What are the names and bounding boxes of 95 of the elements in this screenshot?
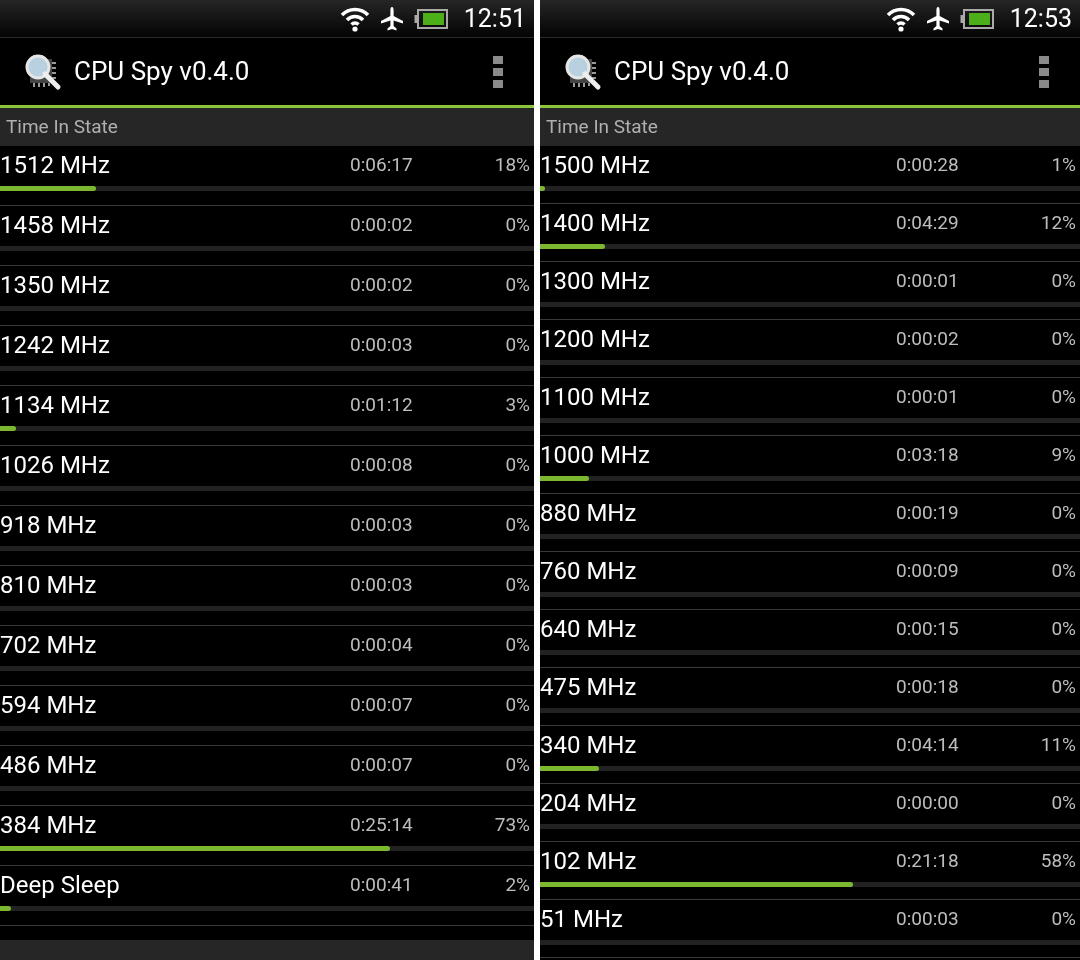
frequency-label: 204 MHz (540, 788, 638, 819)
time-value: 0:04:14 (896, 731, 960, 758)
time-value: 0:00:08 (350, 451, 414, 478)
wifi-icon (885, 5, 916, 32)
percent-value: 11% (1039, 731, 1076, 758)
percent-value: 3% (504, 391, 530, 418)
frequency-label: 810 MHz (0, 570, 98, 601)
time-value: 0:00:07 (350, 751, 414, 778)
time-value: 0:00:19 (896, 499, 960, 526)
frequency-label: 1458 MHz (0, 210, 111, 241)
frequency-label: 1026 MHz (0, 450, 111, 481)
percent-value: 0% (504, 571, 530, 598)
frequency-label: 384 MHz (0, 810, 98, 841)
status-time: 12:51 (463, 2, 526, 35)
percent-value: 0% (1050, 673, 1076, 700)
frequency-label: 1100 MHz (540, 382, 651, 413)
frequency-label: 702 MHz (0, 630, 98, 661)
percent-value: 0% (1050, 325, 1076, 352)
percent-value: 0% (504, 691, 530, 718)
frequency-label: 1400 MHz (540, 208, 651, 239)
percent-value: 0% (504, 271, 530, 298)
time-value: 0:00:00 (896, 789, 960, 816)
time-value: 0:00:41 (350, 871, 414, 898)
time-value: 0:01:12 (350, 391, 414, 418)
time-value: 0:00:03 (350, 511, 414, 538)
time-value: 0:03:18 (896, 441, 960, 468)
time-value: 0:00:07 (350, 691, 414, 718)
wifi-icon (339, 5, 370, 32)
time-value: 0:00:01 (896, 383, 960, 410)
airplane-icon (925, 5, 950, 32)
time-value: 0:06:17 (350, 151, 414, 178)
frequency-label: 594 MHz (0, 690, 98, 721)
frequency-label: 760 MHz (540, 556, 638, 587)
percent-value: 12% (1039, 209, 1076, 236)
time-value: 0:04:29 (896, 209, 960, 236)
frequency-label: Deep Sleep (0, 870, 121, 901)
section-title: Time In State (6, 113, 118, 140)
frequency-label: 1350 MHz (0, 270, 111, 301)
frequency-label: 640 MHz (540, 614, 638, 645)
battery-icon (959, 8, 994, 29)
frequency-label: 1200 MHz (540, 324, 651, 355)
time-value: 0:00:28 (896, 151, 960, 178)
percent-value: 0% (1050, 615, 1076, 642)
airplane-icon (379, 5, 404, 32)
time-value: 0:00:04 (350, 631, 414, 658)
frequency-label: 486 MHz (0, 750, 98, 781)
time-value: 0:00:02 (896, 325, 960, 352)
time-value: 0:00:15 (896, 615, 960, 642)
frequency-label: 1242 MHz (0, 330, 111, 361)
percent-value: 0% (504, 451, 530, 478)
frequency-label: 918 MHz (0, 510, 98, 541)
percent-value: 0% (1050, 499, 1076, 526)
frequency-label: 880 MHz (540, 498, 638, 529)
percent-value: 0% (1050, 267, 1076, 294)
percent-value: 18% (493, 151, 530, 178)
time-value: 0:00:03 (350, 571, 414, 598)
percent-value: 0% (504, 751, 530, 778)
percent-value: 0% (1050, 383, 1076, 410)
frequency-label: 1300 MHz (540, 266, 651, 297)
app-title: CPU Spy v0.4.0 (74, 55, 251, 88)
frequency-label: 1000 MHz (540, 440, 651, 471)
battery-icon (413, 8, 448, 29)
time-value: 0:00:09 (896, 557, 960, 584)
percent-value: 0% (504, 331, 530, 358)
percent-value: 2% (504, 871, 530, 898)
percent-value: 0% (504, 511, 530, 538)
percent-value: 73% (493, 811, 530, 838)
overflow-menu-icon[interactable] (1038, 54, 1050, 89)
percent-value: 0% (1050, 905, 1076, 932)
time-value: 0:21:18 (896, 847, 960, 874)
app-title: CPU Spy v0.4.0 (614, 55, 791, 88)
percent-value: 0% (504, 631, 530, 658)
percent-value: 1% (1050, 151, 1076, 178)
frequency-label: 475 MHz (540, 672, 638, 703)
percent-value: 9% (1050, 441, 1076, 468)
frequency-label: 1134 MHz (0, 390, 111, 421)
percent-value: 0% (504, 211, 530, 238)
time-value: 0:00:03 (350, 331, 414, 358)
time-value: 0:00:18 (896, 673, 960, 700)
status-time: 12:53 (1009, 2, 1072, 35)
time-value: 0:00:03 (896, 905, 960, 932)
frequency-label: 1500 MHz (540, 150, 651, 181)
section-title: Time In State (546, 113, 658, 140)
time-value: 0:00:02 (350, 271, 414, 298)
time-value: 0:25:14 (350, 811, 414, 838)
frequency-label: 51 MHz (540, 904, 624, 935)
percent-value: 58% (1039, 847, 1076, 874)
frequency-label: 102 MHz (540, 846, 638, 877)
frequency-label: 1512 MHz (0, 150, 111, 181)
overflow-menu-icon[interactable] (492, 54, 504, 89)
percent-value: 0% (1050, 789, 1076, 816)
time-value: 0:00:02 (350, 211, 414, 238)
percent-value: 0% (1050, 557, 1076, 584)
frequency-label: 340 MHz (540, 730, 638, 761)
time-value: 0:00:01 (896, 267, 960, 294)
